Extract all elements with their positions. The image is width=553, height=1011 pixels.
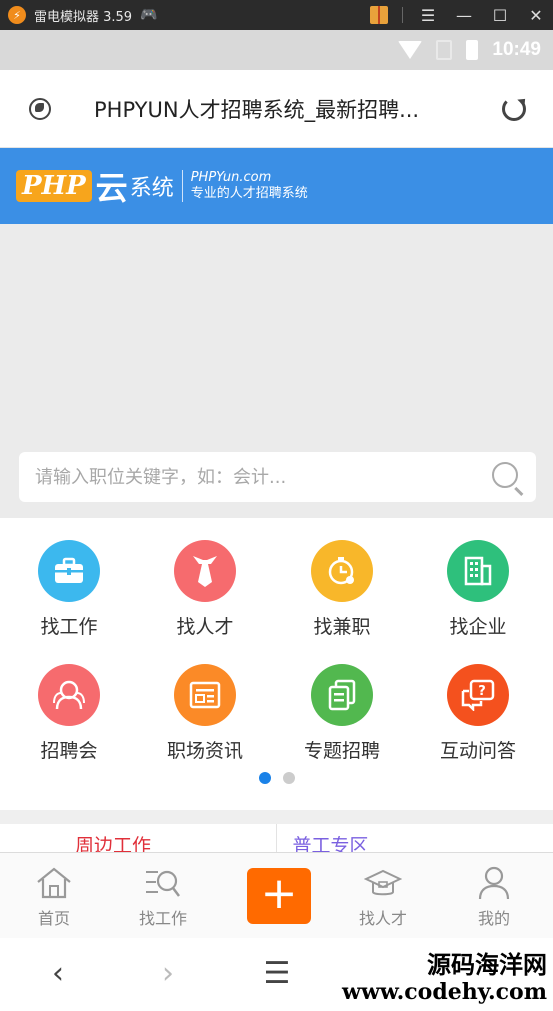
nav-label: 首页 xyxy=(37,909,70,928)
page-title[interactable]: PHPYUN人才招聘系统_最新招聘... xyxy=(94,94,474,124)
nav-mine[interactable]: 我的 xyxy=(449,865,539,929)
graduation-cap-icon xyxy=(363,865,403,901)
nav-home[interactable]: 首页 xyxy=(9,865,99,929)
close-icon[interactable]: ✕ xyxy=(525,4,547,26)
search-box[interactable] xyxy=(19,452,536,502)
site-logo-php[interactable]: PHP xyxy=(16,170,92,202)
logo-slogan: 专业的人才招聘系统 xyxy=(190,186,308,201)
nav-label: 我的 xyxy=(477,909,510,928)
tie-icon xyxy=(174,540,236,602)
emulator-title-bar: ⚡ 雷电模拟器 3.59 🎮 ☰ — ☐ ✕ xyxy=(0,0,553,30)
back-icon[interactable]: ‹ xyxy=(38,956,78,991)
logo-divider xyxy=(181,170,183,202)
search-icon[interactable] xyxy=(492,462,518,488)
chat-question-icon: ? xyxy=(447,664,509,726)
bottom-nav: 首页 找工作 + 找人才 我的 xyxy=(0,852,553,938)
logo-subtitle: PHPYun.com 专业的人才招聘系统 xyxy=(191,170,308,202)
nav-find-job[interactable]: 找工作 xyxy=(118,865,208,929)
browser-toolbar: PHPYUN人才招聘系统_最新招聘... xyxy=(0,70,553,148)
search-input[interactable] xyxy=(35,466,475,488)
menu-item-career-news[interactable]: 职场资讯 xyxy=(136,664,274,763)
watermark-line1: 源码海洋网 xyxy=(427,951,547,979)
menu-item-label: 专题招聘 xyxy=(303,740,380,762)
job-tabs: 周边工作 普工专区 xyxy=(0,824,553,854)
menu-item-qa[interactable]: ? 互动问答 xyxy=(409,664,547,763)
system-nav-bar: ‹ › ☰ 源码海洋网 www.codehy.com xyxy=(0,938,553,1011)
site-logo-system: 系统 xyxy=(129,176,174,201)
user-icon xyxy=(474,865,514,901)
menu-item-label: 招聘会 xyxy=(40,740,98,762)
people-icon xyxy=(38,664,100,726)
android-status-bar: 10:49 xyxy=(0,30,553,70)
svg-text:?: ? xyxy=(478,684,486,699)
site-logo-yun: 云 xyxy=(95,169,128,207)
menu-item-label: 职场资讯 xyxy=(166,740,243,762)
menu-item-label: 找人才 xyxy=(176,616,234,638)
forward-icon[interactable]: › xyxy=(148,956,188,991)
reload-icon[interactable] xyxy=(502,96,526,121)
menu-item-label: 找兼职 xyxy=(313,616,371,638)
nav-find-talent[interactable]: 找人才 xyxy=(338,865,428,929)
minimize-icon[interactable]: — xyxy=(453,4,475,26)
carousel-dot[interactable] xyxy=(282,772,295,784)
tab-nearby-jobs[interactable]: 周边工作 xyxy=(0,824,277,852)
docs-icon xyxy=(311,664,373,726)
tab-general-worker[interactable]: 普工专区 xyxy=(277,824,553,852)
no-sim-icon xyxy=(436,40,453,60)
menu-item-find-job[interactable]: 找工作 xyxy=(0,540,138,639)
clock-icon xyxy=(311,540,373,602)
nav-label: 找人才 xyxy=(358,909,407,928)
carousel-indicator xyxy=(0,772,553,784)
list-search-icon xyxy=(143,865,183,901)
menu-item-job-fair[interactable]: 招聘会 xyxy=(0,664,138,763)
watermark: 源码海洋网 www.codehy.com xyxy=(342,951,547,1005)
wifi-icon xyxy=(398,41,423,59)
menu-item-find-parttime[interactable]: 找兼职 xyxy=(273,540,411,639)
globe-icon[interactable] xyxy=(29,97,51,120)
post-button[interactable]: + xyxy=(247,868,311,924)
news-icon xyxy=(174,664,236,726)
menu-item-label: 找工作 xyxy=(40,616,98,638)
logo-domain: PHPYun.com xyxy=(190,170,272,185)
menu-item-label: 互动问答 xyxy=(439,740,516,762)
site-header: PHP 云 系统 PHPYun.com 专业的人才招聘系统 xyxy=(0,148,553,224)
status-time: 10:49 xyxy=(492,39,541,60)
divider xyxy=(402,7,403,23)
gift-icon[interactable] xyxy=(370,6,388,24)
feature-grid: 找工作 找人才 找兼职 找企业 招聘会 职场资讯 专题招聘 ? 互动问答 xyxy=(0,518,553,810)
emulator-title: 雷电模拟器 3.59 xyxy=(34,9,133,25)
menu-item-label: 找企业 xyxy=(449,616,507,638)
gamepad-icon[interactable]: 🎮 xyxy=(140,7,157,23)
emulator-logo-icon: ⚡ xyxy=(8,6,26,24)
home-icon xyxy=(34,865,74,901)
maximize-icon[interactable]: ☐ xyxy=(489,4,511,26)
building-icon xyxy=(447,540,509,602)
battery-icon xyxy=(466,40,479,60)
watermark-line2: www.codehy.com xyxy=(342,979,547,1005)
menu-item-special-recruit[interactable]: 专题招聘 xyxy=(273,664,411,763)
briefcase-icon xyxy=(38,540,100,602)
menu-item-find-talent[interactable]: 找人才 xyxy=(136,540,274,639)
menu-icon[interactable]: ☰ xyxy=(417,4,439,26)
nav-label: 找工作 xyxy=(138,909,187,928)
carousel-dot-active[interactable] xyxy=(258,772,271,784)
section-divider xyxy=(0,810,553,824)
hamburger-menu-icon[interactable]: ☰ xyxy=(257,956,297,991)
menu-item-find-company[interactable]: 找企业 xyxy=(409,540,547,639)
